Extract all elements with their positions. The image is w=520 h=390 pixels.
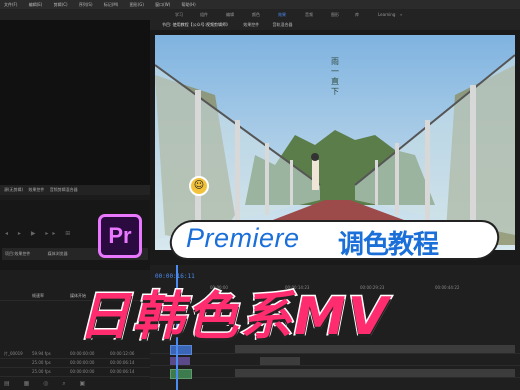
menu-item-marker[interactable]: 标记(M)	[104, 2, 119, 7]
workspace-tab-audio[interactable]: 音频	[305, 9, 313, 20]
project-tab[interactable]: 项目:效果控件	[5, 251, 30, 256]
workspace-more-icon[interactable]: »	[400, 9, 402, 20]
clip-fps: 25.00 fps	[32, 369, 51, 374]
clip-end: 00:00:06:14	[110, 360, 135, 365]
title-mv-style-text: 日韩色系MV	[77, 286, 390, 349]
workspace-tab-library[interactable]: 库	[355, 9, 359, 20]
audio-clip-mixer-tab[interactable]: 音频剪辑混合器	[50, 187, 78, 192]
title-banner-line1: Premiere 调色教程	[150, 216, 520, 268]
table-row[interactable]: 片_00019 59.94 fps 00:00:00:00 00:00:12:0…	[0, 350, 160, 359]
clip-start: 00:00:00:00	[70, 369, 95, 374]
poster-vertical-text: 雨一直下	[331, 57, 339, 96]
media-browser-tab[interactable]: 媒体浏览器	[48, 251, 68, 256]
title-tutorial-text: 调色教程	[338, 230, 439, 260]
workspace-bar: 学习 组件 编辑 颜色 效果 音频 图形 库 Learning »	[0, 9, 520, 21]
menu-item-edit[interactable]: 编辑(E)	[29, 2, 43, 7]
table-row[interactable]: 25.00 fps 00:00:00:00 00:00:06:14	[0, 359, 160, 368]
menu-item-sequence[interactable]: 序列(S)	[79, 2, 93, 7]
clip-name: 片_00019	[4, 351, 23, 356]
workspace-tab-assembly[interactable]: 组件	[200, 9, 208, 20]
clip-start: 00:00:00:00	[70, 351, 95, 356]
menu-item-clip[interactable]: 剪辑(C)	[54, 2, 68, 7]
clip-end: 00:00:06:14	[110, 369, 135, 374]
effects-controls-tab[interactable]: 效果控件	[243, 22, 259, 27]
project-toolbar-icons[interactable]: ▤ ▦ ◎ ⌕ ▣	[4, 380, 91, 388]
timeline-clip[interactable]	[170, 369, 192, 379]
workspace-tab-learn[interactable]: 学习	[175, 9, 183, 20]
timeline-clip[interactable]	[235, 369, 515, 377]
clip-start: 00:00:00:00	[70, 360, 95, 365]
clip-end: 00:00:12:06	[110, 351, 135, 356]
transport-icons[interactable]: ◂ ▸ ▶ ▸▸ ⊞	[5, 230, 74, 237]
col-frame-rate[interactable]: 帧速率	[32, 292, 44, 300]
timeline-clip[interactable]	[260, 357, 300, 365]
menu-item-window[interactable]: 窗口(W)	[155, 2, 170, 7]
source-tabs: 源(无剪辑) 效果控件 音频剪辑混合器	[0, 185, 150, 195]
table-row[interactable]: 25.00 fps 00:00:00:00 00:00:06:14	[0, 368, 160, 377]
workspace-tab-editing[interactable]: 编辑	[226, 9, 234, 20]
source-tab[interactable]: 源(无剪辑)	[4, 187, 23, 192]
audio-track-mixer-tab[interactable]: 音轨混合器	[273, 22, 293, 27]
premiere-logo: Pr	[98, 214, 142, 258]
video-track[interactable]	[150, 357, 520, 366]
viewer-tabs: 节目: 使用教程【公众号:视频剪辑师》 效果控件 音轨混合器	[150, 20, 520, 30]
clip-fps: 25.00 fps	[32, 360, 51, 365]
effect-controls-tab[interactable]: 效果控件	[28, 187, 44, 192]
menu-item-help[interactable]: 帮助(H)	[182, 2, 196, 7]
workspace-tab-color[interactable]: 颜色	[252, 9, 260, 20]
menu-bar: 文件(F) 编辑(E) 剪辑(C) 序列(S) 标记(M) 图形(G) 窗口(W…	[0, 0, 520, 9]
title-banner-line2: 日韩色系MV	[60, 274, 520, 349]
emoji-sticker-icon: ☺	[189, 176, 209, 196]
workspace-tab-learning[interactable]: Learning	[378, 9, 395, 20]
source-monitor	[0, 20, 150, 185]
audio-track[interactable]	[150, 369, 520, 379]
workspace-tab-graphics[interactable]: 图形	[331, 9, 339, 20]
clip-fps: 59.94 fps	[32, 351, 51, 356]
title-premiere-text: Premiere	[186, 223, 300, 253]
timeline-clip[interactable]	[170, 357, 190, 365]
menu-item-file[interactable]: 文件(F)	[4, 2, 17, 7]
program-tab[interactable]: 节目: 使用教程【公众号:视频剪辑师》	[162, 22, 230, 27]
menu-item-graphics[interactable]: 图形(G)	[130, 2, 144, 7]
